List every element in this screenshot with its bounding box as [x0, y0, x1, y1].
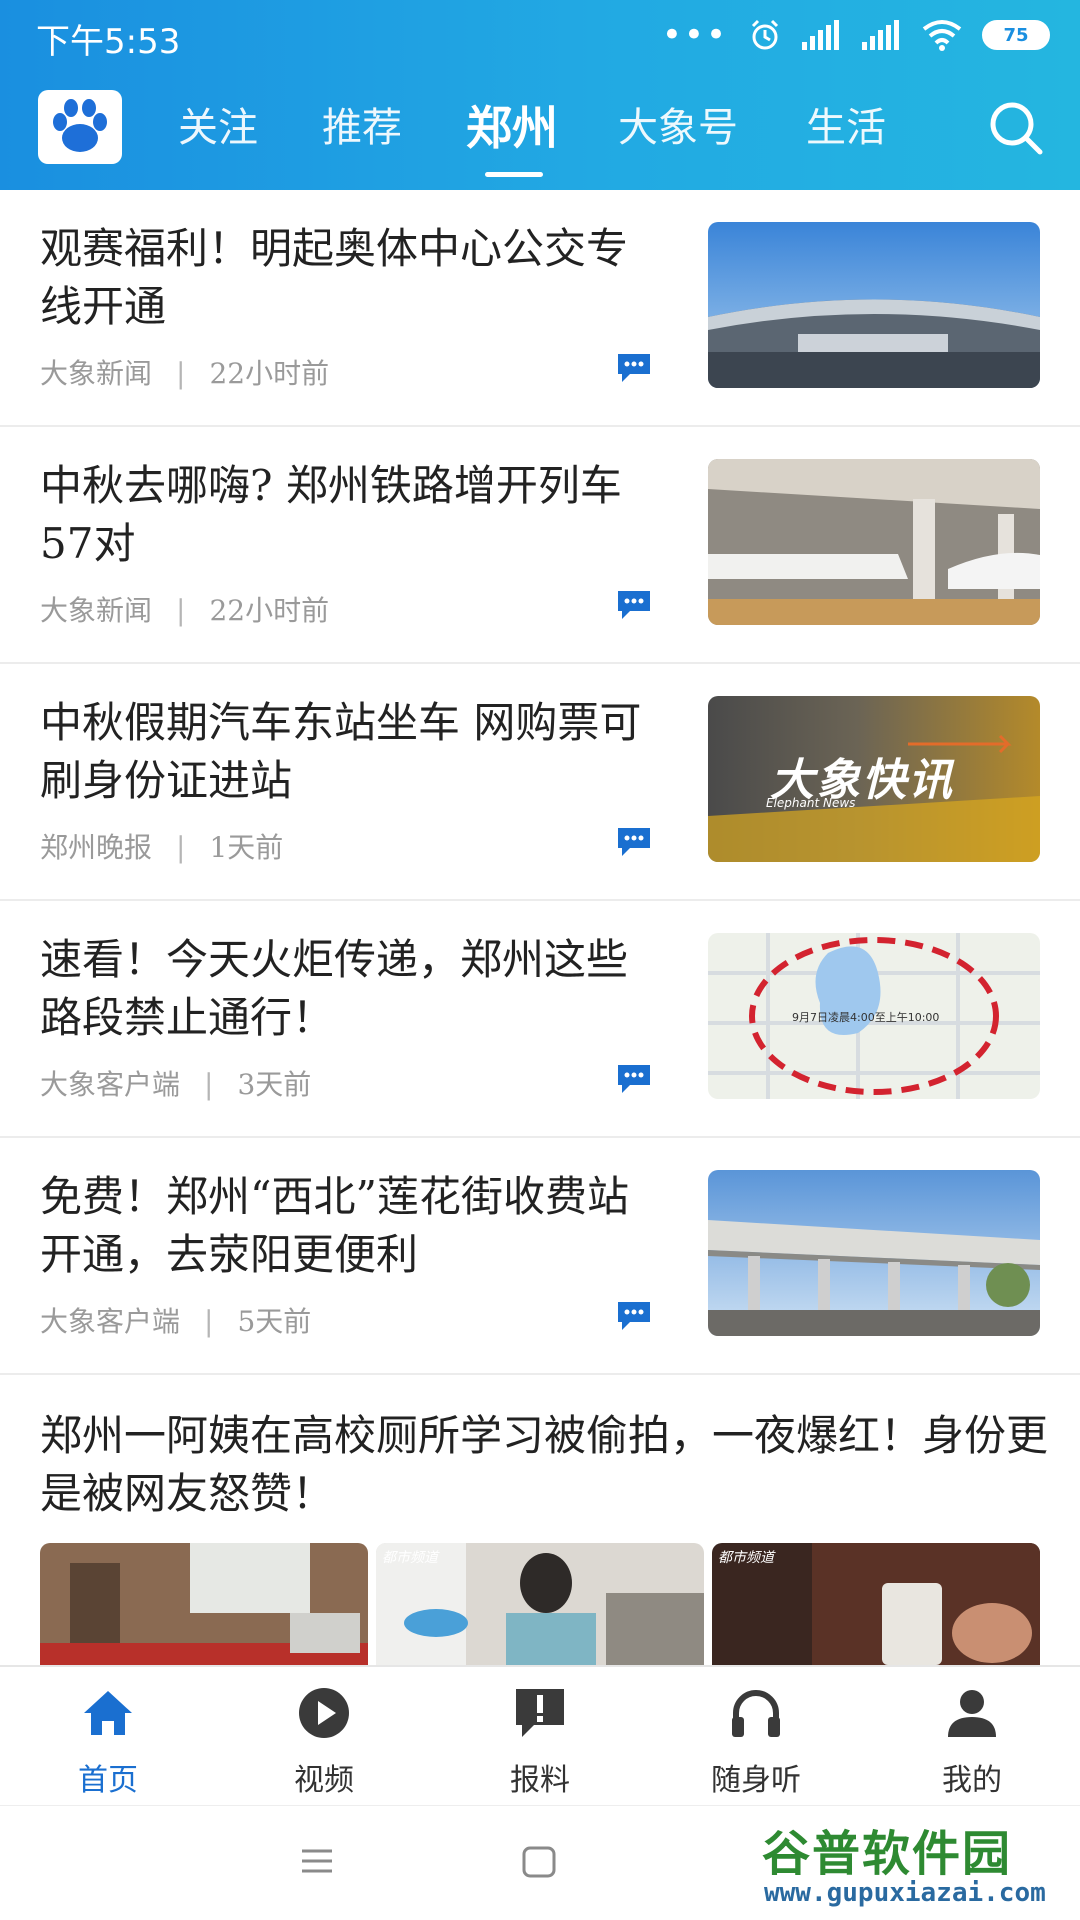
bottom-nav-label: 报料 [510, 1763, 570, 1798]
news-title[interactable]: 观赛福利！明起奥体中心公交专线开通 [40, 220, 660, 336]
home-square-icon[interactable] [522, 1846, 556, 1878]
channel-tag: 都市频道 [718, 1550, 774, 1566]
news-meta: 郑州晚报 | 1天前 [40, 826, 283, 866]
alarm-icon [751, 19, 779, 50]
app-header: 下午5:53 ••• 75 关注 推荐 郑州 大象号 生活 [0, 0, 1080, 190]
app-logo[interactable] [38, 90, 122, 164]
news-thumbnail-tollgate[interactable] [708, 1170, 1040, 1336]
bottom-nav-label: 我的 [942, 1763, 1002, 1798]
news-thumbnail-studying[interactable]: 都市频道 [376, 1543, 704, 1665]
status-icons: ••• 75 [662, 18, 1050, 52]
news-item-multi-image[interactable]: 郑州一阿姨在高校厕所学习被偷拍，一夜爆红！身份更是被网友怒赞！ 都市频道 都市频… [0, 1375, 1080, 1665]
news-title[interactable]: 免费！郑州“西北”莲花街收费站开通，去荥阳更便利 [40, 1168, 660, 1284]
news-source: 大象客户端 [40, 1068, 181, 1101]
bottom-navigation: 首页 视频 报料 随身听 我的 [0, 1665, 1080, 1805]
news-thumbnail-phone[interactable]: 都市频道 [712, 1543, 1040, 1665]
news-source: 大象新闻 [40, 357, 153, 390]
watermark: 谷普软件园 www.gupuxiazai.com [756, 1812, 1072, 1916]
search-button[interactable] [986, 98, 1046, 158]
wifi-icon [922, 20, 962, 51]
news-thumbnail-train[interactable] [708, 459, 1040, 625]
signal-icon [802, 20, 839, 50]
news-item[interactable]: 中秋假期汽车东站坐车 网购票可刷身份证进站 郑州晚报 | 1天前 大象快讯 Elep… [0, 664, 1080, 901]
news-title[interactable]: 中秋假期汽车东站坐车 网购票可刷身份证进站 [40, 694, 660, 810]
news-title[interactable]: 郑州一阿姨在高校厕所学习被偷拍，一夜爆红！身份更是被网友怒赞！ [40, 1407, 1060, 1523]
status-time: 下午5:53 [36, 22, 181, 62]
meta-separator: | [176, 357, 186, 390]
tab-recommend[interactable]: 推荐 [322, 100, 402, 160]
status-bar: 下午5:53 ••• 75 [0, 0, 1080, 70]
signal-icon-2 [862, 20, 899, 50]
news-thumbnail-restroom[interactable] [40, 1543, 368, 1665]
comment-icon[interactable] [616, 1063, 652, 1095]
battery-indicator: 75 [982, 20, 1050, 50]
news-time: 3天前 [237, 1068, 312, 1101]
bottom-nav-label: 视频 [294, 1763, 354, 1798]
news-meta: 大象客户端 | 3天前 [40, 1063, 311, 1103]
bottom-nav-profile[interactable]: 我的 [902, 1685, 1042, 1798]
watermark-url: www.gupuxiazai.com [764, 1878, 1046, 1908]
comment-icon[interactable] [616, 589, 652, 621]
news-meta: 大象新闻 | 22小时前 [40, 352, 329, 392]
meta-separator: | [204, 1305, 214, 1338]
news-time: 5天前 [237, 1305, 312, 1338]
search-icon [990, 102, 1043, 155]
news-meta: 大象客户端 | 5天前 [40, 1300, 311, 1340]
bottom-nav-video[interactable]: 视频 [254, 1685, 394, 1798]
bottom-nav-listen[interactable]: 随身听 [686, 1685, 826, 1798]
meta-separator: | [204, 1068, 214, 1101]
meta-separator: | [176, 594, 186, 627]
bottom-nav-label: 随身听 [711, 1763, 801, 1798]
news-meta: 大象新闻 | 22小时前 [40, 589, 329, 629]
news-item[interactable]: 中秋去哪嗨? 郑州铁路增开列车57对 大象新闻 | 22小时前 [0, 427, 1080, 664]
headphones-icon [732, 1690, 780, 1737]
tab-follow[interactable]: 关注 [178, 100, 258, 160]
thumbnail-row: 都市频道 都市频道 [40, 1543, 1040, 1665]
news-source: 大象客户端 [40, 1305, 181, 1338]
quicknews-logo-subtext: Elephant News [766, 796, 856, 810]
news-feed: 观赛福利！明起奥体中心公交专线开通 大象新闻 | 22小时前 中秋去哪嗨? 郑州铁路… [0, 190, 1080, 1665]
news-thumbnail-stadium[interactable] [708, 222, 1040, 388]
news-title[interactable]: 中秋去哪嗨? 郑州铁路增开列车57对 [40, 457, 660, 573]
home-icon [84, 1691, 132, 1735]
bottom-nav-report[interactable]: 报料 [470, 1685, 610, 1798]
news-time: 22小时前 [209, 594, 330, 627]
news-title[interactable]: 速看！今天火炬传递，郑州这些路段禁止通行！ [40, 931, 660, 1047]
map-time-label: 9月7日凌晨4:00至上午10:00 [792, 1011, 940, 1024]
paw-logo-icon [53, 99, 107, 152]
news-thumbnail-map[interactable]: 9月7日凌晨4:00至上午10:00 [708, 933, 1040, 1099]
news-item[interactable]: 速看！今天火炬传递，郑州这些路段禁止通行！ 大象客户端 | 3天前 9月7日凌晨4:… [0, 901, 1080, 1138]
menu-icon[interactable] [300, 1846, 334, 1876]
report-icon [516, 1689, 564, 1737]
bottom-nav-label: 首页 [78, 1763, 138, 1798]
watermark-title: 谷普软件园 [762, 1826, 1013, 1882]
user-icon [948, 1690, 996, 1737]
meta-separator: | [176, 831, 186, 864]
play-icon [299, 1688, 349, 1738]
news-thumbnail-quicknews[interactable]: 大象快讯 Elephant News [708, 696, 1040, 862]
comment-icon[interactable] [616, 1300, 652, 1332]
bottom-nav-home[interactable]: 首页 [38, 1685, 178, 1798]
news-time: 22小时前 [209, 357, 330, 390]
news-source: 大象新闻 [40, 594, 153, 627]
comment-icon[interactable] [616, 826, 652, 858]
news-item[interactable]: 观赛福利！明起奥体中心公交专线开通 大象新闻 | 22小时前 [0, 190, 1080, 427]
more-dots-icon: ••• [661, 15, 728, 55]
tab-elephant-account[interactable]: 大象号 [618, 100, 738, 160]
active-tab-indicator [485, 172, 543, 177]
comment-icon[interactable] [616, 352, 652, 384]
news-item[interactable]: 免费！郑州“西北”莲花街收费站开通，去荥阳更便利 大象客户端 | 5天前 [0, 1138, 1080, 1375]
news-source: 郑州晚报 [40, 831, 153, 864]
tab-life[interactable]: 生活 [806, 100, 886, 160]
channel-tag: 都市频道 [382, 1550, 438, 1566]
tab-zhengzhou[interactable]: 郑州 [466, 100, 558, 160]
channel-nav: 关注 推荐 郑州 大象号 生活 [0, 80, 1080, 190]
news-time: 1天前 [209, 831, 284, 864]
